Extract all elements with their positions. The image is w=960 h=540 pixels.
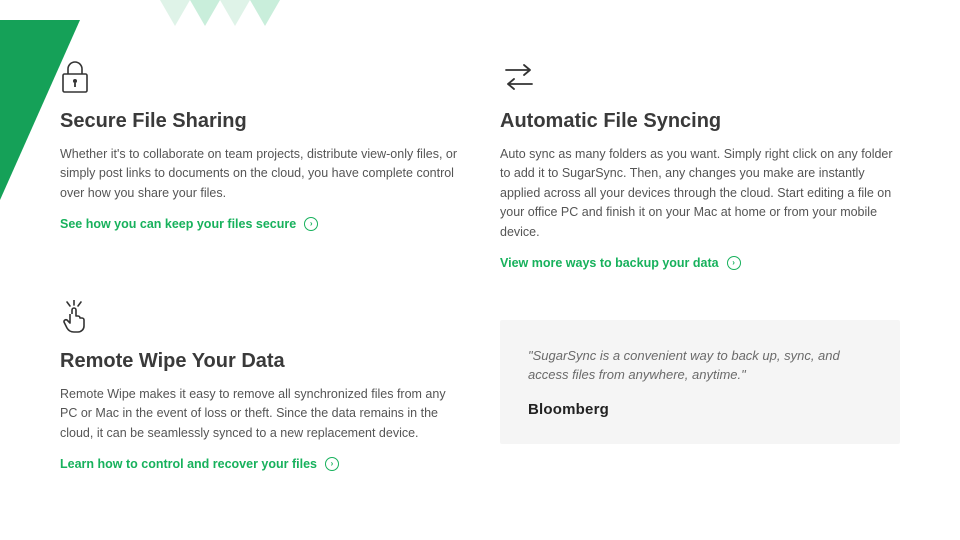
feature-body: Auto sync as many folders as you want. S…: [500, 145, 900, 242]
feature-title: Remote Wipe Your Data: [60, 350, 460, 373]
feature-cta-link[interactable]: See how you can keep your files secure ›: [60, 217, 460, 231]
cta-label: See how you can keep your files secure: [60, 217, 296, 231]
feature-title: Secure File Sharing: [60, 110, 460, 133]
feature-remote-wipe: Remote Wipe Your Data Remote Wipe makes …: [60, 300, 460, 471]
feature-body: Whether it's to collaborate on team proj…: [60, 145, 460, 203]
features-grid: Secure File Sharing Whether it's to coll…: [60, 60, 900, 471]
hand-click-icon: [60, 300, 460, 336]
testimonial-card: "SugarSync is a convenient way to back u…: [500, 320, 900, 444]
lock-icon: [60, 60, 460, 96]
feature-body: Remote Wipe makes it easy to remove all …: [60, 385, 460, 443]
testimonial-quote: "SugarSync is a convenient way to back u…: [528, 346, 872, 385]
feature-automatic-file-syncing: Automatic File Syncing Auto sync as many…: [500, 60, 900, 270]
testimonial-source: Bloomberg: [528, 401, 872, 418]
cta-label: Learn how to control and recover your fi…: [60, 457, 317, 471]
arrow-right-icon: ›: [325, 457, 339, 471]
decorative-polygons: [160, 0, 300, 30]
marketing-features-page: Secure File Sharing Whether it's to coll…: [0, 0, 960, 540]
feature-title: Automatic File Syncing: [500, 110, 900, 133]
feature-cta-link[interactable]: Learn how to control and recover your fi…: [60, 457, 460, 471]
arrow-right-icon: ›: [727, 256, 741, 270]
feature-secure-file-sharing: Secure File Sharing Whether it's to coll…: [60, 60, 460, 270]
arrow-right-icon: ›: [304, 217, 318, 231]
sync-arrows-icon: [500, 60, 900, 96]
cta-label: View more ways to backup your data: [500, 256, 719, 270]
feature-cta-link[interactable]: View more ways to backup your data ›: [500, 256, 900, 270]
